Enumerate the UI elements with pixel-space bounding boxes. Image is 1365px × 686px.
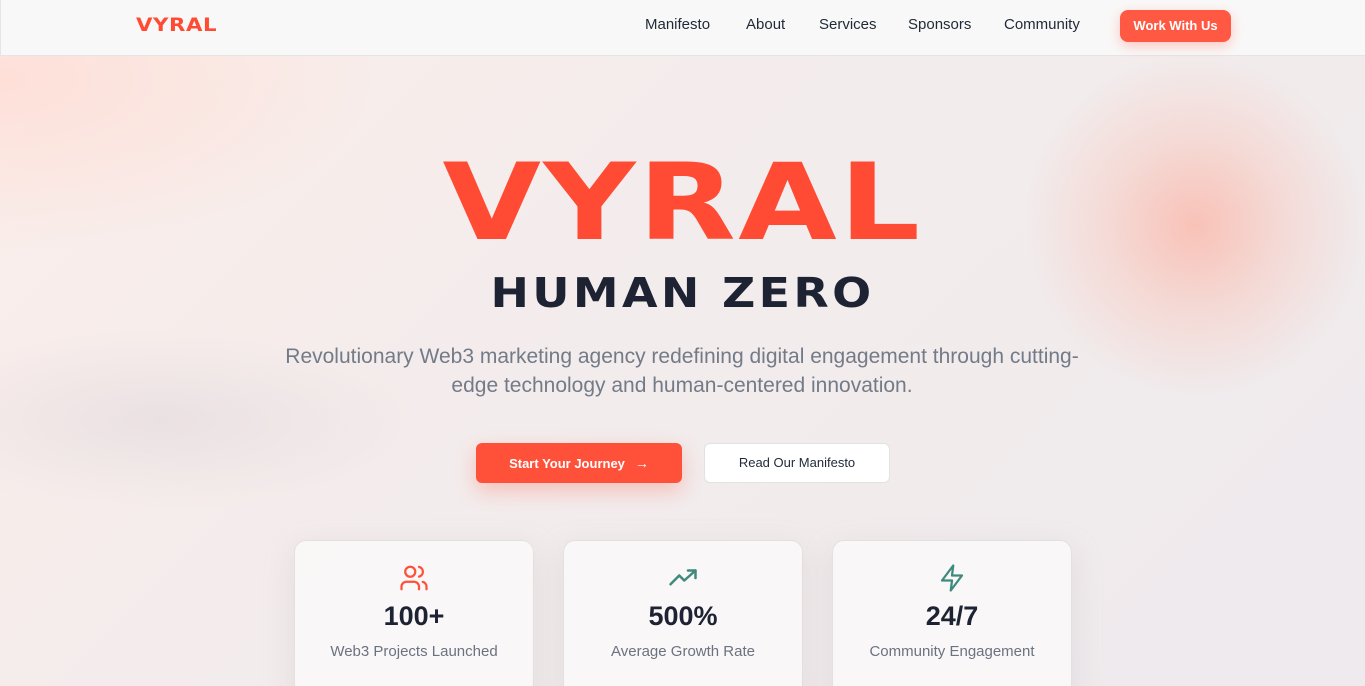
- stat-label: Community Engagement: [869, 643, 1035, 660]
- stat-value: 24/7: [925, 601, 979, 631]
- hero-subtitle: HUMAN ZERO: [490, 269, 875, 317]
- nav-item-services[interactable]: Services: [819, 16, 877, 33]
- nav-item-about[interactable]: About: [746, 16, 785, 33]
- stat-card-growth: 500% Average Growth Rate: [563, 540, 803, 686]
- read-manifesto-button[interactable]: Read Our Manifesto: [704, 443, 890, 483]
- start-journey-label: Start Your Journey: [509, 456, 625, 471]
- lightning-icon: [833, 563, 1071, 593]
- hero-tagline: Revolutionary Web3 marketing agency rede…: [285, 345, 1079, 397]
- stat-card-projects: 100+ Web3 Projects Launched: [294, 540, 534, 686]
- nav-item-manifesto[interactable]: Manifesto: [645, 16, 710, 33]
- site-header: VYRAL Manifesto About Services Sponsors …: [0, 0, 1365, 56]
- arrow-right-icon: →: [634, 455, 649, 471]
- trending-up-icon: [564, 563, 802, 593]
- stat-label: Average Growth Rate: [611, 643, 755, 660]
- stat-value: 100+: [383, 601, 445, 631]
- start-journey-button[interactable]: Start Your Journey →: [476, 443, 682, 483]
- stat-card-engagement: 24/7 Community Engagement: [832, 540, 1072, 686]
- nav-item-community[interactable]: Community: [1004, 16, 1080, 33]
- users-icon: [295, 563, 533, 593]
- work-with-us-button[interactable]: Work With Us: [1120, 10, 1231, 42]
- stat-label: Web3 Projects Launched: [330, 643, 498, 660]
- stat-value: 500%: [648, 601, 718, 631]
- hero-title: VYRAL: [442, 141, 923, 264]
- nav-item-sponsors[interactable]: Sponsors: [908, 16, 971, 33]
- logo[interactable]: VYRAL: [136, 14, 217, 36]
